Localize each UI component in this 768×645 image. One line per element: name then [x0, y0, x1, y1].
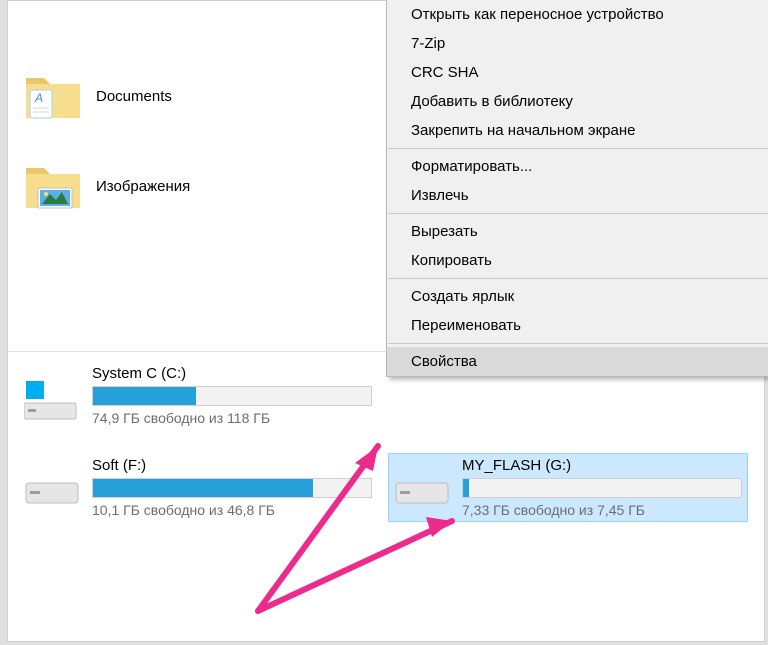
drive-usage-bar: [92, 478, 372, 498]
folder-documents-icon: A: [24, 70, 82, 122]
context-menu-separator: [388, 343, 768, 344]
context-menu-separator: [388, 278, 768, 279]
svg-text:A: A: [34, 91, 43, 105]
drive-usage-fill: [463, 479, 469, 497]
context-menu-item[interactable]: Открыть как переносное устройство: [387, 0, 768, 29]
context-menu-item[interactable]: Добавить в библиотеку: [387, 87, 768, 116]
drive-free-text: 74,9 ГБ свободно из 118 ГБ: [92, 410, 372, 426]
context-menu-item[interactable]: CRC SHA: [387, 58, 768, 87]
drive-hdd-icon: [24, 471, 80, 515]
context-menu: Открыть как переносное устройство7-ZipCR…: [386, 0, 768, 377]
context-menu-separator: [388, 213, 768, 214]
drive-system-c[interactable]: System C (C:) 74,9 ГБ свободно из 118 ГБ: [18, 361, 378, 430]
context-menu-item[interactable]: Копировать: [387, 246, 768, 275]
folder-documents[interactable]: A Documents: [18, 51, 388, 141]
drive-windows-icon: [24, 379, 80, 423]
context-menu-separator: [388, 148, 768, 149]
context-menu-item[interactable]: Форматировать...: [387, 152, 768, 181]
folder-label: Изображения: [96, 178, 190, 195]
context-menu-item[interactable]: Извлечь: [387, 181, 768, 210]
drive-usage-fill: [93, 387, 196, 405]
drive-usage-bar: [92, 386, 372, 406]
drive-free-text: 10,1 ГБ свободно из 46,8 ГБ: [92, 502, 372, 518]
context-menu-item[interactable]: 7-Zip: [387, 29, 768, 58]
folder-list: A Documents: [18, 51, 388, 231]
drive-usage-bar: [462, 478, 742, 498]
context-menu-item[interactable]: Создать ярлык: [387, 282, 768, 311]
drive-usage-fill: [93, 479, 313, 497]
drive-soft-f[interactable]: Soft (F:) 10,1 ГБ свободно из 46,8 ГБ: [18, 453, 378, 522]
context-menu-item[interactable]: Переименовать: [387, 311, 768, 340]
drive-name: MY_FLASH (G:): [462, 457, 742, 474]
context-menu-item[interactable]: Вырезать: [387, 217, 768, 246]
folder-pictures[interactable]: Изображения: [18, 141, 388, 231]
explorer-window: A Documents: [7, 0, 765, 642]
context-menu-item[interactable]: Закрепить на начальном экране: [387, 116, 768, 145]
drive-free-text: 7,33 ГБ свободно из 7,45 ГБ: [462, 502, 742, 518]
drive-name: Soft (F:): [92, 457, 372, 474]
drive-hdd-icon: [394, 471, 450, 515]
folder-pictures-icon: [24, 160, 82, 212]
drive-myflash-g[interactable]: MY_FLASH (G:) 7,33 ГБ свободно из 7,45 Г…: [388, 453, 748, 522]
folder-label: Documents: [96, 88, 172, 105]
drive-name: System C (C:): [92, 365, 372, 382]
context-menu-item[interactable]: Свойства: [387, 347, 768, 376]
